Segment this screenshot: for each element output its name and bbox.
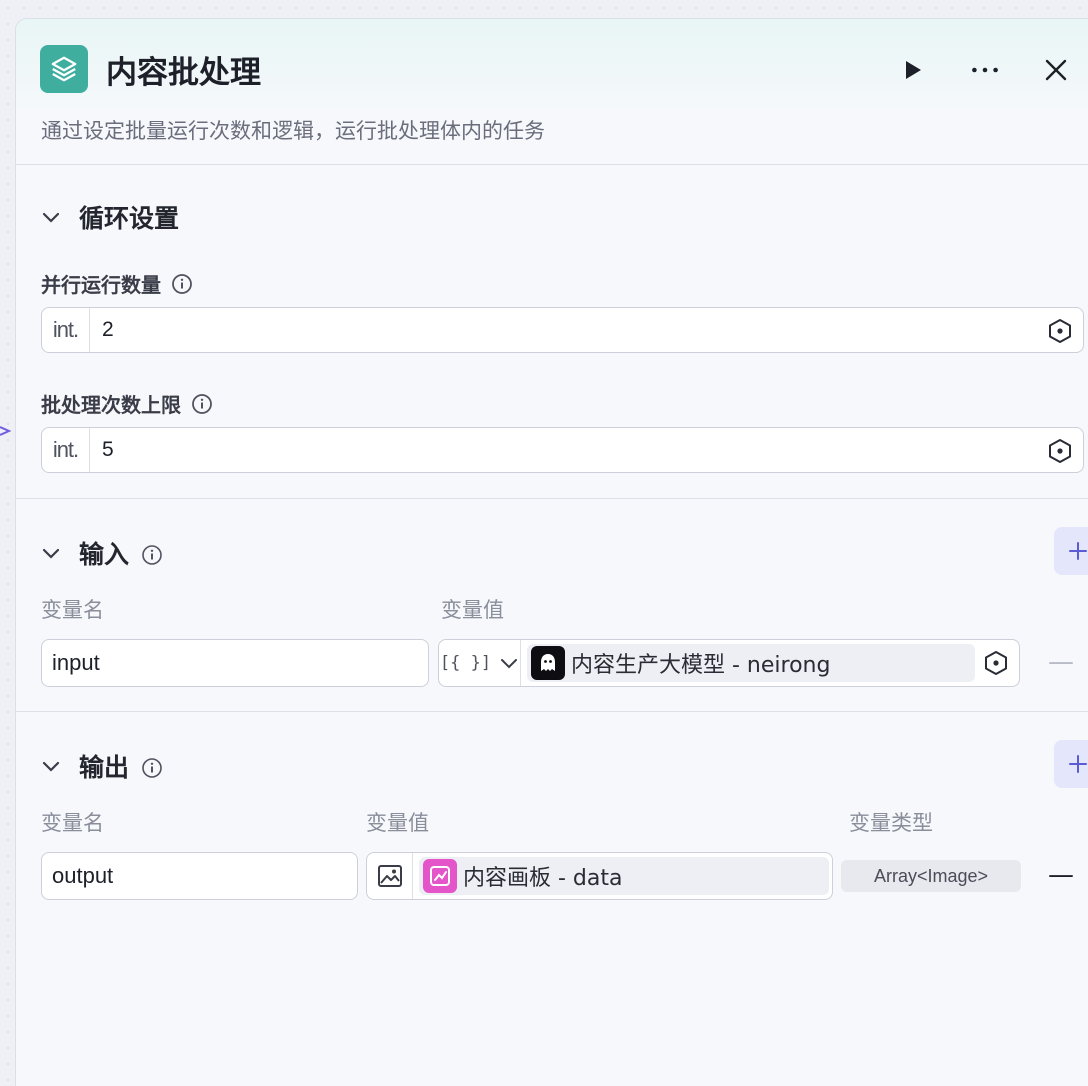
- info-icon[interactable]: [191, 393, 213, 415]
- variable-reference-tag[interactable]: 内容生产大模型 - neirong: [527, 644, 975, 682]
- layers-icon: [40, 45, 88, 93]
- parallel-count-label: 并行运行数量: [41, 269, 193, 298]
- field-label-text: 批处理次数上限: [41, 393, 181, 417]
- reference-label: 内容生产大模型 - neirong: [571, 653, 831, 678]
- int-type-badge[interactable]: int.: [42, 308, 90, 352]
- field-label-text: 并行运行数量: [41, 273, 161, 297]
- loop-settings-header[interactable]: 循环设置: [41, 199, 179, 235]
- info-icon[interactable]: [141, 542, 163, 565]
- input-variable-name-field[interactable]: input: [41, 639, 429, 687]
- chevron-down-icon: [41, 756, 61, 776]
- connection-edge-arrow: [0, 426, 12, 436]
- plus-icon: [1069, 755, 1087, 773]
- chevron-down-icon: [501, 659, 518, 669]
- variable-reference-tag[interactable]: 内容画板 - data: [419, 857, 829, 895]
- col-variable-name: 变量名: [41, 598, 104, 622]
- chevron-down-icon: [41, 543, 61, 563]
- ghost-icon: [531, 646, 565, 680]
- reference-label: 内容画板 - data: [463, 866, 623, 891]
- object-type-symbol: [{ }]: [439, 653, 492, 673]
- parallel-count-value[interactable]: 2: [102, 318, 114, 342]
- section-title: 循环设置: [79, 204, 180, 233]
- add-input-button[interactable]: [1054, 527, 1088, 575]
- variable-hexagon-icon[interactable]: [1047, 318, 1073, 344]
- input-section-header[interactable]: 输入: [41, 535, 163, 571]
- panel-header: 内容批处理 通过设定批量运行次数和逻辑，运行批处理体内的任务: [16, 19, 1088, 165]
- output-variable-value-field[interactable]: 内容画板 - data: [366, 852, 833, 900]
- run-button[interactable]: [898, 55, 928, 85]
- int-type-badge[interactable]: int.: [42, 428, 90, 472]
- loop-settings-section: 循环设置 并行运行数量 int. 2 批处理次数上限 int. 5: [16, 165, 1088, 499]
- image-icon: [377, 865, 402, 887]
- node-title[interactable]: 内容批处理: [106, 47, 261, 92]
- chevron-down-icon: [41, 207, 61, 227]
- canvas-icon: [423, 859, 457, 893]
- col-variable-value: 变量值: [441, 598, 504, 622]
- col-variable-value: 变量值: [366, 811, 429, 835]
- variable-type-badge: Array<Image>: [841, 860, 1021, 892]
- type-selector[interactable]: [367, 853, 413, 899]
- node-description: 通过设定批量运行次数和逻辑，运行批处理体内的任务: [41, 119, 545, 143]
- parallel-count-input[interactable]: int. 2: [41, 307, 1084, 353]
- plus-icon: [1069, 542, 1087, 560]
- col-variable-type: 变量类型: [849, 811, 933, 835]
- variable-hexagon-icon[interactable]: [1047, 438, 1073, 464]
- output-section: 输出 变量名 变量值 变量类型 output 内容画板 - data Array…: [16, 712, 1088, 1086]
- add-output-button[interactable]: [1054, 740, 1088, 788]
- close-icon: [1045, 59, 1067, 81]
- section-title: 输入: [79, 540, 130, 569]
- more-icon: [972, 67, 998, 73]
- close-button[interactable]: [1041, 55, 1071, 85]
- info-icon[interactable]: [171, 273, 193, 295]
- more-button[interactable]: [970, 55, 1000, 85]
- variable-hexagon-icon[interactable]: [983, 650, 1009, 676]
- output-variable-name-field[interactable]: output: [41, 852, 358, 900]
- col-variable-name: 变量名: [41, 811, 104, 835]
- info-icon[interactable]: [141, 755, 163, 778]
- remove-output-button[interactable]: —: [1048, 860, 1074, 890]
- output-section-header[interactable]: 输出: [41, 748, 163, 784]
- input-variable-value-field[interactable]: [{ }] 内容生产大模型 - neirong: [438, 639, 1020, 687]
- batch-limit-label: 批处理次数上限: [41, 389, 213, 418]
- type-selector[interactable]: [{ }]: [439, 640, 521, 686]
- section-title: 输出: [79, 753, 130, 782]
- input-section: 输入 变量名 变量值 input [{ }] 内容生产大模型 - neirong: [16, 499, 1088, 712]
- remove-input-button[interactable]: —: [1048, 647, 1074, 677]
- node-config-panel: 内容批处理 通过设定批量运行次数和逻辑，运行批处理体内的任务 循环设置 并行运行…: [15, 18, 1088, 1086]
- batch-limit-value[interactable]: 5: [102, 438, 114, 462]
- play-icon: [906, 61, 921, 79]
- batch-limit-input[interactable]: int. 5: [41, 427, 1084, 473]
